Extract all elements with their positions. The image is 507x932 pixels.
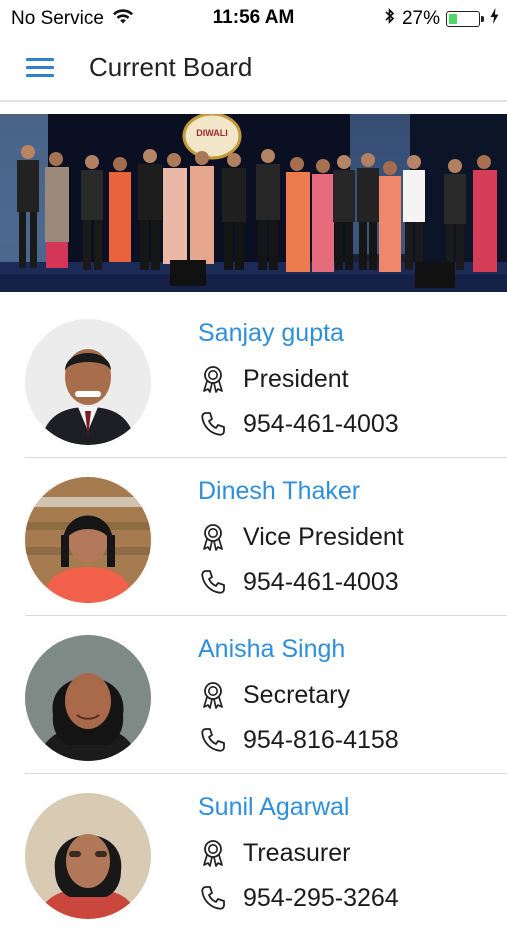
member-card[interactable]: Sunil Agarwal Treasurer 954-295-3264 — [0, 774, 507, 932]
member-card[interactable]: Dinesh Thaker Vice President 954-461-400… — [0, 458, 507, 616]
status-bar: No Service 11:56 AM 27% — [0, 0, 507, 36]
member-phone-number[interactable]: 954-816-4158 — [243, 726, 399, 755]
board-group-photo: DIWALI — [0, 114, 507, 292]
member-avatar — [25, 319, 151, 445]
member-name-link[interactable]: Sanjay gupta — [198, 319, 344, 348]
battery-level-fill — [449, 14, 457, 24]
member-role-label: President — [243, 364, 349, 393]
member-phone[interactable]: 954-295-3264 — [198, 883, 399, 913]
member-role: Vice President — [198, 522, 404, 552]
member-avatar — [25, 635, 151, 761]
member-phone-number[interactable]: 954-295-3264 — [243, 884, 399, 913]
board-member-list: Sanjay gupta President 954-461-4003 Dine… — [0, 300, 507, 932]
member-phone[interactable]: 954-461-4003 — [198, 567, 399, 597]
member-role-label: Treasurer — [243, 838, 351, 867]
phone-icon — [198, 409, 228, 439]
award-ribbon-icon — [198, 364, 228, 394]
member-role: Treasurer — [198, 838, 350, 868]
member-phone[interactable]: 954-461-4003 — [198, 409, 399, 439]
member-role: Secretary — [198, 680, 350, 710]
battery-icon — [446, 11, 484, 27]
member-name-link[interactable]: Sunil Agarwal — [198, 793, 349, 822]
member-card[interactable]: Anisha Singh Secretary 954-816-4158 — [0, 616, 507, 774]
phone-icon — [198, 883, 228, 913]
hamburger-menu-icon[interactable] — [22, 52, 58, 84]
award-ribbon-icon — [198, 680, 228, 710]
phone-icon — [198, 725, 228, 755]
battery-percent: 27% — [401, 8, 440, 29]
member-role: President — [198, 364, 349, 394]
member-role-label: Vice President — [243, 522, 404, 551]
top-navbar: Current Board — [0, 36, 507, 102]
member-card[interactable]: Sanjay gupta President 954-461-4003 — [0, 300, 507, 458]
award-ribbon-icon — [198, 522, 228, 552]
award-ribbon-icon — [198, 838, 228, 868]
member-phone-number[interactable]: 954-461-4003 — [243, 410, 399, 439]
diwali-sign-text: DIWALI — [196, 128, 228, 138]
member-avatar — [25, 793, 151, 919]
member-avatar — [25, 477, 151, 603]
charging-bolt-icon — [490, 8, 499, 30]
member-role-label: Secretary — [243, 680, 350, 709]
phone-icon — [198, 567, 228, 597]
status-right: 27% — [384, 7, 499, 31]
member-name-link[interactable]: Anisha Singh — [198, 635, 345, 664]
page-title: Current Board — [89, 52, 253, 82]
bluetooth-icon — [384, 7, 396, 31]
member-name-link[interactable]: Dinesh Thaker — [198, 477, 360, 506]
member-phone-number[interactable]: 954-461-4003 — [243, 568, 399, 597]
member-phone[interactable]: 954-816-4158 — [198, 725, 399, 755]
